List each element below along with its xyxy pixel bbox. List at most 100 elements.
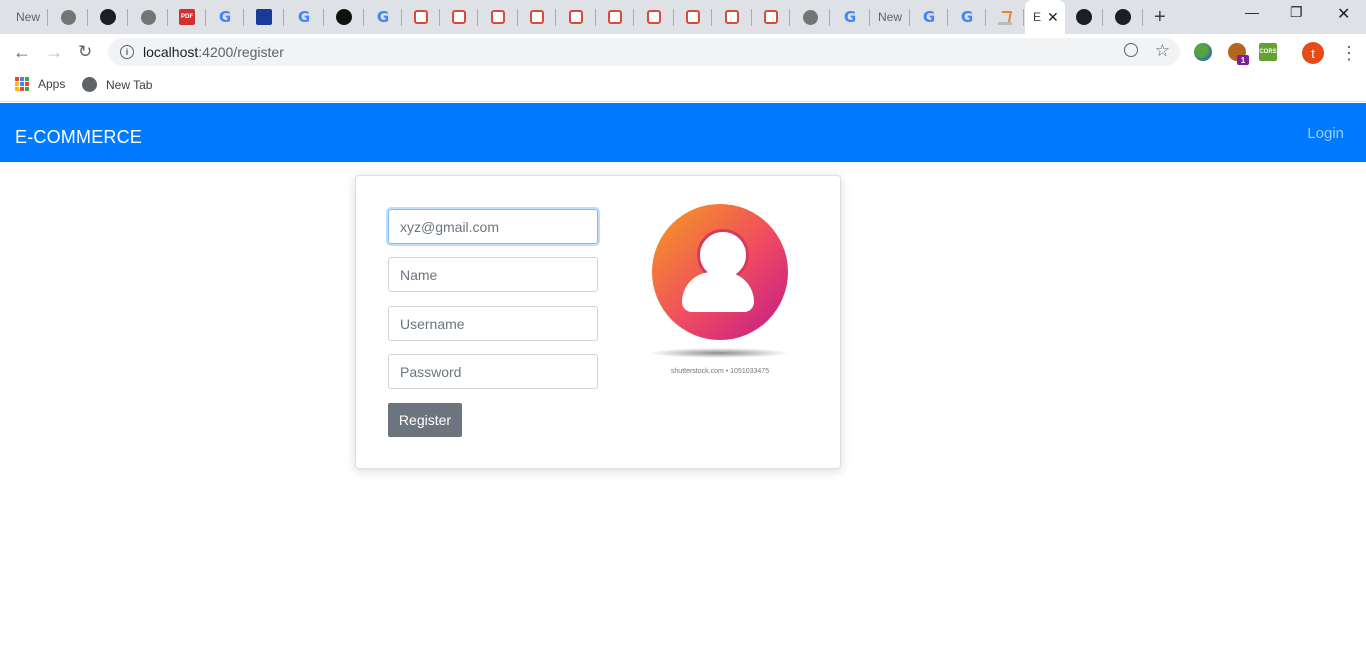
url-path: :4200/register xyxy=(198,44,284,60)
p-logo-icon xyxy=(491,10,505,24)
info-icon[interactable]: i xyxy=(120,45,134,59)
bookmark-new-tab-label: New Tab xyxy=(106,77,153,92)
p-logo-icon xyxy=(764,10,778,24)
tab-22[interactable]: New xyxy=(870,0,910,34)
github-icon xyxy=(100,9,116,25)
name-field[interactable] xyxy=(388,257,598,292)
google-icon: G xyxy=(376,8,390,26)
bookmark-apps-label: Apps xyxy=(38,77,66,91)
brand-title[interactable]: E-COMMERCE xyxy=(15,127,142,148)
login-link[interactable]: Login xyxy=(1307,125,1344,142)
address-bar[interactable]: i localhost:4200/register ☆ xyxy=(108,38,1180,66)
stackoverflow-icon xyxy=(998,9,1012,25)
p-logo-icon xyxy=(414,10,428,24)
tab-title: New xyxy=(15,10,40,24)
tab-19[interactable] xyxy=(752,0,790,34)
tab-21[interactable]: G xyxy=(830,0,870,34)
p-logo-icon xyxy=(647,10,661,24)
user-body-icon xyxy=(682,272,754,312)
apps-grid-icon xyxy=(15,77,29,91)
pdf-icon: PDF xyxy=(179,9,195,25)
close-window-button[interactable]: ✕ xyxy=(1337,4,1350,24)
tab-15[interactable] xyxy=(596,0,634,34)
tab-11[interactable] xyxy=(440,0,478,34)
github-icon xyxy=(1115,9,1131,25)
forward-arrow-icon[interactable]: → xyxy=(45,42,63,63)
tab-13[interactable] xyxy=(518,0,556,34)
d-logo-icon xyxy=(256,9,272,25)
tab-after-1[interactable] xyxy=(1103,0,1143,34)
tab-6[interactable] xyxy=(244,0,284,34)
p-logo-icon xyxy=(530,10,544,24)
tab-24[interactable]: G xyxy=(948,0,986,34)
browser-toolbar: ← → ↻ i localhost:4200/register ☆ CORS xyxy=(0,34,1366,70)
app-navbar: E-COMMERCE Login xyxy=(0,103,1366,162)
tab-4[interactable]: PDF xyxy=(168,0,206,34)
image-icon xyxy=(60,9,76,25)
url-host: localhost xyxy=(143,44,199,60)
profile-image xyxy=(652,204,788,340)
tab-12[interactable] xyxy=(478,0,518,34)
google-icon: G xyxy=(960,8,974,26)
tab-2[interactable] xyxy=(88,0,128,34)
tab-14[interactable] xyxy=(556,0,596,34)
tab-after-0[interactable] xyxy=(1065,0,1103,34)
tab-20[interactable] xyxy=(790,0,830,34)
globe-icon xyxy=(82,77,97,92)
email-field[interactable] xyxy=(388,209,598,244)
tab-16[interactable] xyxy=(634,0,674,34)
tab-18[interactable] xyxy=(712,0,752,34)
p-logo-icon xyxy=(569,10,583,24)
back-arrow-icon[interactable]: ← xyxy=(13,42,31,63)
extension-cors-icon[interactable]: CORS xyxy=(1259,43,1277,61)
tab-3[interactable] xyxy=(128,0,168,34)
active-tab-title: E xyxy=(1033,10,1042,24)
tab-5[interactable]: G xyxy=(206,0,244,34)
tab-9[interactable]: G xyxy=(364,0,402,34)
circle-logo-icon xyxy=(336,9,352,25)
tab-25[interactable] xyxy=(986,0,1024,34)
tab-active[interactable]: E ✕ xyxy=(1025,0,1065,34)
reload-icon[interactable]: ↻ xyxy=(78,42,92,62)
tab-strip: New PDF G G G G New G G E ✕ + — ❐ ✕ xyxy=(0,0,1366,34)
p-logo-icon xyxy=(608,10,622,24)
github-icon xyxy=(1076,9,1092,25)
bookmark-star-icon[interactable]: ☆ xyxy=(1155,41,1170,61)
tab-1[interactable] xyxy=(48,0,88,34)
tab-10[interactable] xyxy=(402,0,440,34)
url-text: localhost:4200/register xyxy=(143,44,284,60)
browser-menu-icon[interactable]: ⋮ xyxy=(1340,43,1358,64)
google-icon: G xyxy=(218,8,232,26)
tab-8[interactable] xyxy=(324,0,364,34)
zoom-icon[interactable] xyxy=(1124,43,1138,57)
image-watermark: shutterstock.com • 1051033475 xyxy=(670,368,770,375)
globe-icon xyxy=(140,9,156,25)
register-button[interactable]: Register xyxy=(388,403,462,437)
close-tab-icon[interactable]: ✕ xyxy=(1047,9,1059,26)
password-field[interactable] xyxy=(388,354,598,389)
tab-0[interactable]: New xyxy=(8,0,48,34)
restore-button[interactable]: ❐ xyxy=(1290,4,1303,21)
bookmark-new-tab[interactable]: New Tab xyxy=(82,77,152,92)
new-tab-button[interactable]: + xyxy=(1154,6,1166,29)
google-icon: G xyxy=(843,8,857,26)
p-logo-icon xyxy=(725,10,739,24)
extension-globe-icon[interactable] xyxy=(1194,43,1212,61)
google-icon: G xyxy=(922,8,936,26)
minimize-button[interactable]: — xyxy=(1245,4,1259,20)
p-logo-icon xyxy=(686,10,700,24)
tab-17[interactable] xyxy=(674,0,712,34)
tab-23[interactable]: G xyxy=(910,0,948,34)
extension-badge: 1 xyxy=(1237,55,1249,65)
tab-separator xyxy=(1023,9,1024,26)
profile-avatar[interactable]: t xyxy=(1302,42,1324,64)
bookmarks-bar: Apps New Tab xyxy=(0,70,1366,102)
tab-7[interactable]: G xyxy=(284,0,324,34)
register-card: Register shutterstock.com • 1051033475 xyxy=(355,175,841,469)
globe-icon xyxy=(802,9,818,25)
image-shadow xyxy=(648,348,790,358)
google-icon: G xyxy=(297,8,311,26)
bookmark-apps[interactable]: Apps xyxy=(15,77,65,91)
username-field[interactable] xyxy=(388,306,598,341)
tab-separator xyxy=(1142,9,1143,26)
